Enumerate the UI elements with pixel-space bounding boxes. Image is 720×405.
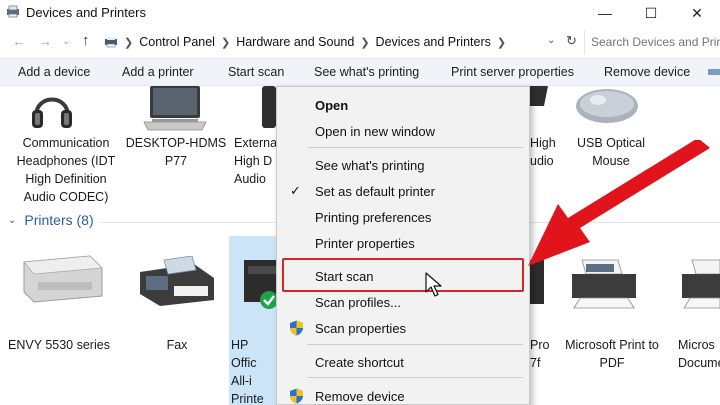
control-panel-icon	[105, 37, 117, 48]
add-device-button[interactable]: Add a device	[18, 65, 90, 79]
menu-item-printing-preferences[interactable]: Printing preferences	[277, 205, 529, 229]
maximize-button[interactable]: ☐	[628, 0, 674, 26]
address-row: ← → ⌄ ↑ ❯ Control Panel ❯ Hardware and S…	[0, 28, 720, 56]
cursor-icon	[425, 272, 442, 297]
device-label[interactable]: Externa High D Audio	[234, 134, 277, 188]
speaker-icon[interactable]	[262, 86, 276, 128]
device-label[interactable]: Microsoft Print to PDF	[556, 336, 668, 372]
context-menu: Open Open in new window See what's print…	[276, 86, 530, 405]
more-commands-icon[interactable]	[708, 69, 720, 75]
chevron-right-icon: ❯	[360, 36, 370, 49]
menu-item-scan-profiles[interactable]: Scan profiles...	[277, 290, 529, 314]
pointing-arrow-icon	[528, 140, 710, 266]
device-label[interactable]: HP Offic All-i Printe	[229, 336, 277, 405]
menu-item-create-shortcut[interactable]: Create shortcut	[277, 350, 529, 374]
up-arrow-icon[interactable]: ↑	[82, 32, 90, 49]
print-server-properties-button[interactable]: Print server properties	[451, 65, 574, 79]
headphones-icon[interactable]	[30, 86, 74, 130]
device-label[interactable]: Pro 7f	[530, 336, 554, 372]
printer-icon[interactable]	[20, 252, 104, 304]
command-bar: Add a device Add a printer Start scan Se…	[0, 58, 720, 86]
forward-arrow-icon[interactable]: →	[38, 33, 52, 49]
device-label[interactable]: DESKTOP-HDMS P77	[124, 134, 228, 170]
address-dropdown-icon[interactable]: ⌄	[547, 35, 555, 46]
crumb-hardware-sound[interactable]: Hardware and Sound	[232, 35, 358, 49]
menu-separator	[307, 344, 523, 345]
title-bar: Devices and Printers — ☐ ✕	[0, 0, 720, 26]
search-box[interactable]	[584, 30, 720, 54]
checkmark-icon: ✓	[290, 183, 301, 198]
window-title: Devices and Printers	[26, 5, 146, 20]
chevron-down-icon[interactable]: ⌄	[8, 215, 16, 226]
speaker-icon[interactable]	[530, 86, 548, 106]
see-whats-printing-button[interactable]: See what's printing	[314, 65, 419, 79]
chevron-right-icon: ❯	[220, 36, 231, 49]
menu-item-printer-properties[interactable]: Printer properties	[277, 231, 529, 255]
device-label[interactable]: Fax	[150, 336, 204, 354]
menu-item-label: Open	[315, 97, 349, 113]
menu-item-remove-device[interactable]: Remove device	[277, 384, 529, 405]
remove-device-button[interactable]: Remove device	[604, 65, 690, 79]
recent-dropdown-icon[interactable]: ⌄	[62, 36, 70, 47]
breadcrumb: ❯ Control Panel ❯ Hardware and Sound ❯ D…	[122, 28, 508, 56]
menu-item-label: Scan profiles...	[315, 294, 401, 310]
menu-item-set-default-printer[interactable]: ✓ Set as default printer	[277, 179, 529, 203]
menu-item-open[interactable]: Open	[277, 93, 529, 117]
devices-printers-icon	[7, 5, 19, 18]
refresh-icon[interactable]: ↻	[566, 33, 577, 49]
chevron-right-icon: ❯	[124, 36, 134, 49]
menu-separator	[307, 147, 523, 148]
chevron-right-icon: ❯	[496, 36, 507, 49]
device-label[interactable]: Communication Headphones (IDT High Definit…	[8, 134, 124, 206]
device-label[interactable]: ENVY 5530 series	[4, 336, 114, 354]
menu-item-see-whats-printing[interactable]: See what's printing	[277, 153, 529, 177]
menu-item-label: Create shortcut	[315, 354, 404, 370]
menu-item-label: Set as default printer	[315, 183, 435, 199]
start-scan-button[interactable]: Start scan	[228, 65, 284, 79]
crumb-control-panel[interactable]: Control Panel	[135, 35, 219, 49]
fax-icon[interactable]	[134, 256, 218, 308]
menu-item-label: Remove device	[315, 388, 405, 404]
device-label[interactable]: Micros Docume	[678, 336, 720, 372]
menu-item-open-new-window[interactable]: Open in new window	[277, 119, 529, 143]
menu-item-label: Open in new window	[315, 123, 435, 139]
menu-item-label: See what's printing	[315, 157, 425, 173]
menu-separator	[307, 377, 523, 378]
search-input[interactable]	[591, 35, 720, 49]
crumb-devices-printers[interactable]: Devices and Printers	[372, 35, 495, 49]
menu-item-label: Printing preferences	[315, 209, 432, 225]
uac-shield-icon	[290, 320, 303, 336]
printers-group-header[interactable]: ⌄ Printers (8)	[8, 212, 94, 228]
mouse-icon[interactable]	[574, 86, 640, 126]
laptop-icon[interactable]	[142, 86, 208, 132]
add-printer-button[interactable]: Add a printer	[122, 65, 194, 79]
menu-item-label: Scan properties	[315, 320, 407, 336]
start-scan-highlight	[282, 258, 524, 292]
minimize-button[interactable]: —	[582, 0, 628, 26]
uac-shield-icon	[290, 388, 303, 404]
printers-group-label: Printers (8)	[24, 212, 94, 228]
back-arrow-icon[interactable]: ←	[12, 33, 26, 49]
printer-icon[interactable]	[240, 260, 276, 310]
menu-item-scan-properties[interactable]: Scan properties	[277, 316, 529, 340]
menu-item-label: Printer properties	[315, 235, 415, 251]
close-button[interactable]: ✕	[674, 0, 720, 26]
